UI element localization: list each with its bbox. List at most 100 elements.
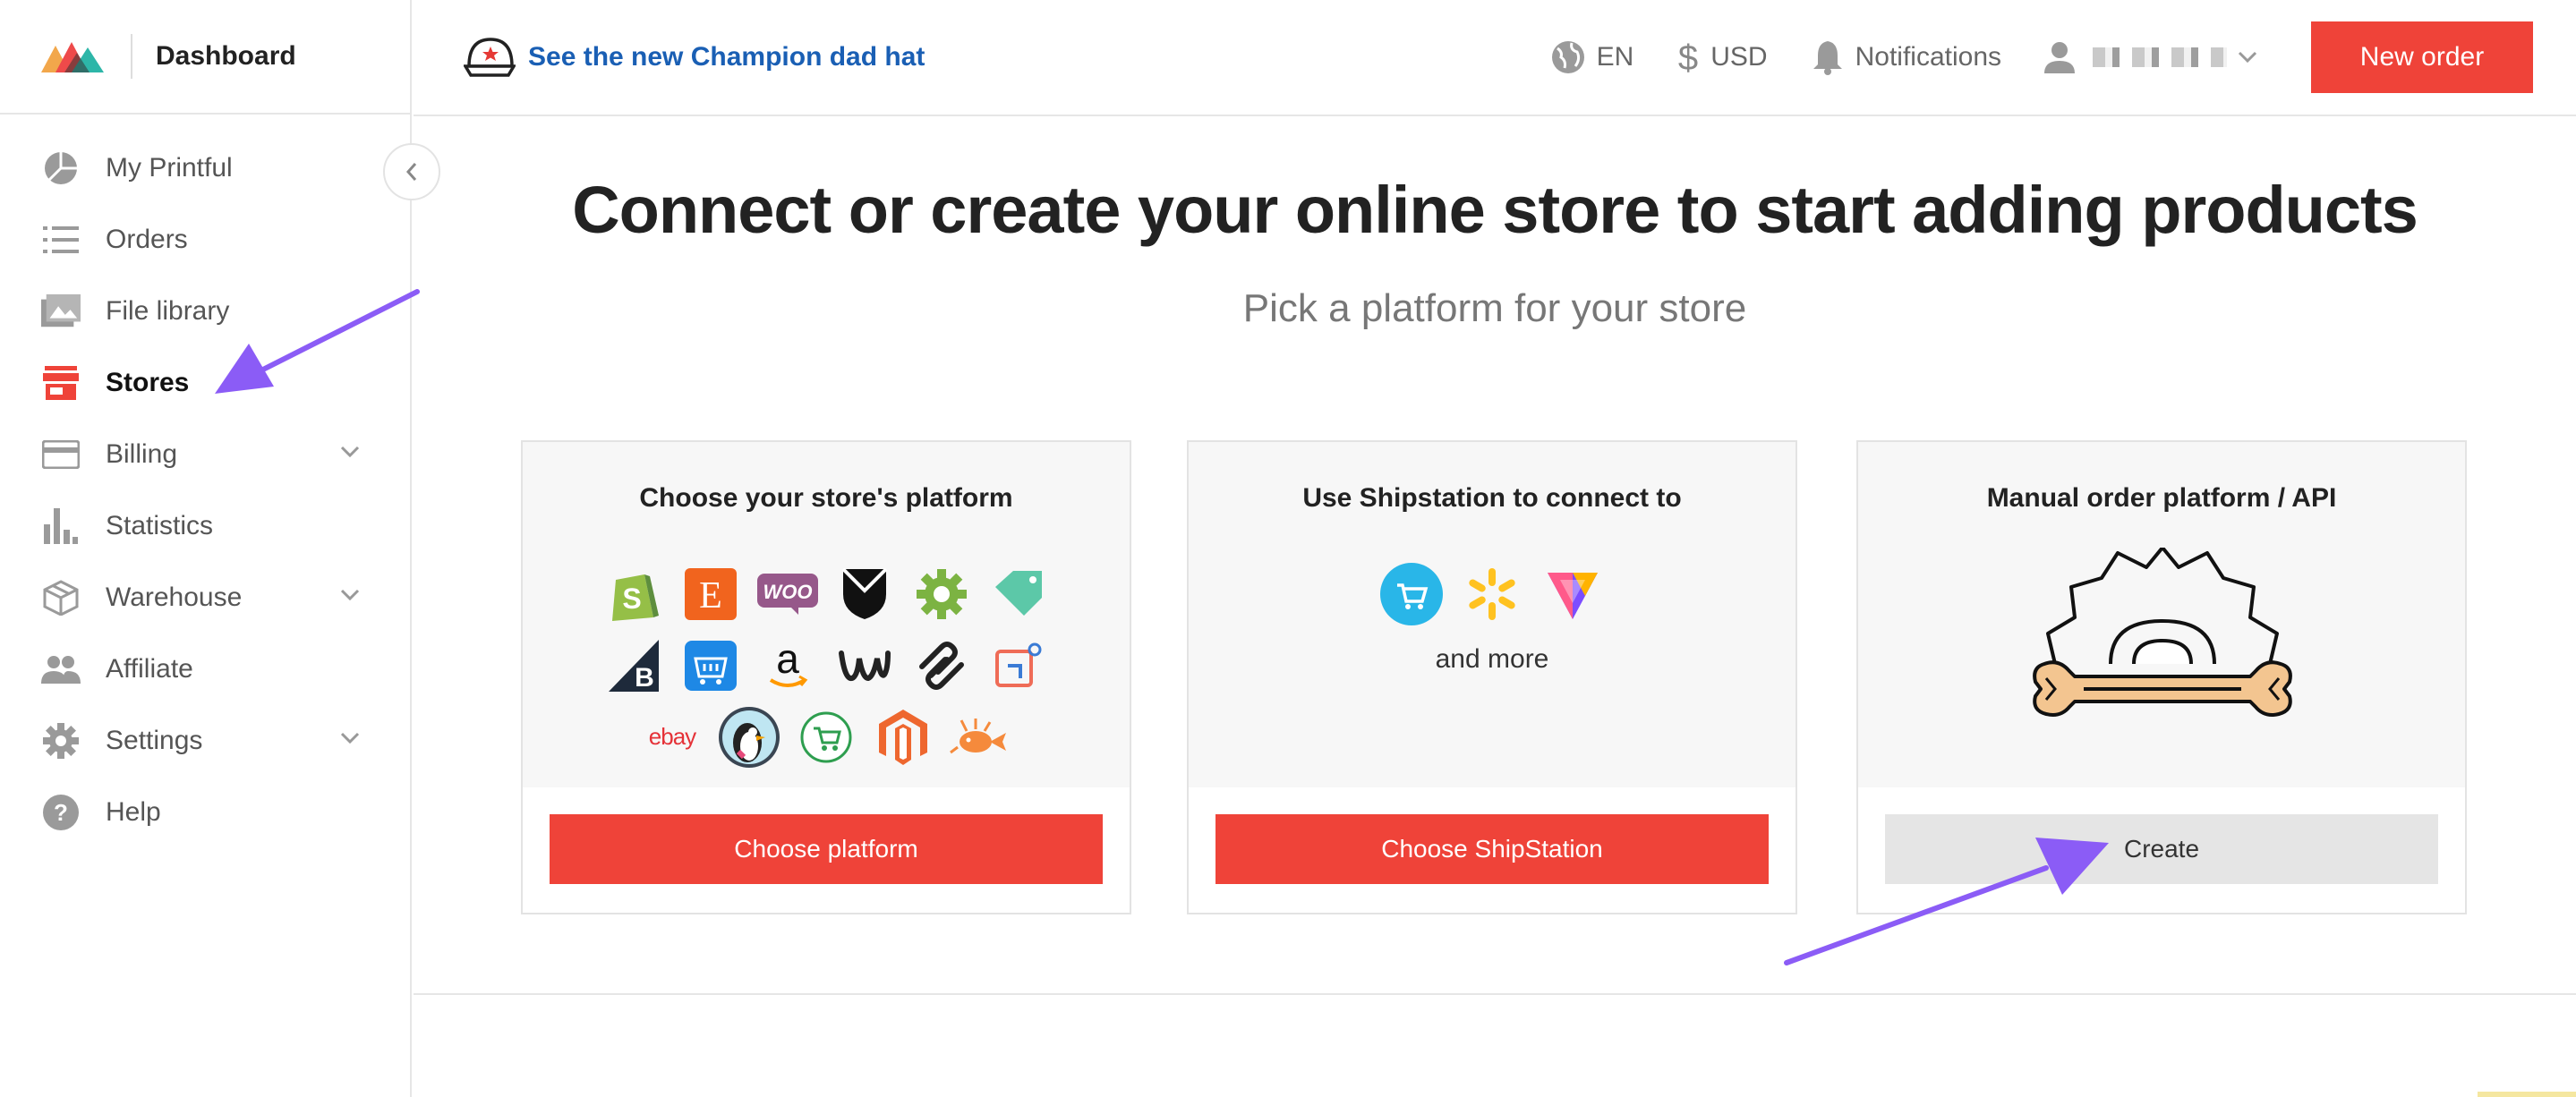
sidebar-item-my-printful[interactable]: My Printful [0,132,410,204]
svg-text:a: a [776,639,799,682]
sidebar-item-settings[interactable]: Settings [0,705,410,777]
sidebar-item-label: Statistics [106,511,214,540]
globe-icon [1551,41,1584,73]
sidebar-item-billing[interactable]: Billing [0,419,410,490]
people-icon [41,650,81,689]
sidebar-nav: My Printful Orders File library Stores B… [0,115,410,848]
walmart-spark-icon[interactable] [1452,558,1532,630]
svg-text:$: $ [1678,39,1698,75]
sidebar-collapse-button[interactable] [383,143,440,200]
sidebar-item-help[interactable]: ? Help [0,777,410,848]
woo-text: WOO [763,581,813,603]
promo-link[interactable]: See the new Champion dad hat [528,42,925,72]
chevron-down-icon[interactable] [340,446,360,458]
amazon-icon[interactable]: a [749,630,826,702]
sidebar-item-label: My Printful [106,153,233,183]
shopping-basket-icon[interactable] [672,630,749,702]
gear-icon [41,721,81,761]
pie-chart-icon [41,149,81,188]
language-selector[interactable]: EN [1550,39,1634,75]
sidebar-item-statistics[interactable]: Statistics [0,490,410,562]
prestashop-icon[interactable] [711,702,788,773]
main-content: Connect or create your online store to s… [414,116,2576,995]
page-subtitle: Pick a platform for your store [1242,286,1747,330]
card-title: Manual order platform / API [1986,483,2337,513]
shipstation-card: Use Shipstation to connect to and more C… [1187,440,1797,914]
choose-shipstation-button[interactable]: Choose ShipStation [1215,814,1769,884]
sidebar-item-affiliate[interactable]: Affiliate [0,634,410,705]
language-label: EN [1596,42,1634,72]
ebay-text: ebay [649,723,696,750]
wix-square-icon[interactable] [980,630,1057,702]
header-actions: EN $ USD Notifications New order [1550,0,2533,115]
weebly-icon[interactable] [826,630,903,702]
sidebar-item-file-library[interactable]: File library [0,276,410,347]
corner-decoration [2478,1092,2576,1097]
chevron-left-icon [405,163,417,181]
bell-icon [1813,41,1842,75]
and-more-text: and more [1435,644,1549,674]
ebay-icon[interactable]: ebay [634,702,711,773]
sidebar-item-label: Orders [106,225,188,254]
notifications-button[interactable]: Notifications [1811,39,2001,75]
card-title: Use Shipstation to connect to [1302,483,1682,513]
sidebar-item-label: Settings [106,726,203,755]
list-icon [41,220,81,259]
image-icon [41,292,81,331]
new-order-button[interactable]: New order [2311,21,2533,93]
bar-chart-icon [41,506,81,546]
svg-text:?: ? [54,799,68,826]
woocommerce-icon[interactable]: WOO [749,558,826,630]
shipstation-logos [1189,558,1796,630]
box-icon [41,578,81,617]
sidebar-item-label: File library [106,296,230,326]
etsy-icon[interactable]: E [672,558,749,630]
etsy-text: E [699,575,722,617]
gear-app-icon[interactable] [903,558,980,630]
store-icon [41,363,81,403]
volusion-icon[interactable] [1532,558,1613,630]
sidebar-item-warehouse[interactable]: Warehouse [0,562,410,634]
card-footer: Create [1858,787,2465,913]
gear-wrench-icon [2033,548,2292,717]
top-header: See the new Champion dad hat EN $ USD No… [414,0,2576,116]
squarespace-icon[interactable] [903,630,980,702]
cap-icon [464,38,516,77]
notifications-label: Notifications [1855,42,2001,72]
user-name-redacted [2093,47,2227,67]
page-title: Connect or create your online store to s… [572,173,2418,247]
bigcommerce-icon[interactable]: B [595,630,672,702]
question-icon: ? [41,793,81,832]
sidebar-item-stores[interactable]: Stores [0,347,410,419]
brand-divider [131,34,132,79]
card-title: Choose your store's platform [639,483,1013,513]
currency-selector[interactable]: $ USD [1676,39,1767,75]
platform-logos: S E WOO B a ebay [559,558,1094,773]
cart-circle-blue-icon[interactable] [1371,558,1452,630]
chevron-down-icon[interactable] [340,589,360,601]
sidebar-item-label: Affiliate [106,654,193,684]
fish-app-icon[interactable] [942,702,1019,773]
printful-logo[interactable] [41,38,111,74]
dollar-icon: $ [1678,39,1698,75]
chevron-down-icon[interactable] [340,732,360,744]
svg-text:B: B [635,663,654,692]
choose-platform-button[interactable]: Choose platform [550,814,1103,884]
card-footer: Choose ShipStation [1189,787,1796,913]
sidebar-item-label: Stores [106,368,190,397]
sidebar-item-orders[interactable]: Orders [0,204,410,276]
user-menu[interactable] [2044,41,2257,73]
dashboard-title[interactable]: Dashboard [156,41,296,72]
card-footer: Choose platform [523,787,1130,913]
magento-icon[interactable] [865,702,942,773]
shopify-icon[interactable]: S [595,558,672,630]
svg-text:S: S [622,583,641,615]
promo-banner[interactable]: See the new Champion dad hat [464,36,925,79]
user-icon [2044,42,2075,73]
shield-logo-icon[interactable] [826,558,903,630]
cart-circle-icon[interactable] [788,702,865,773]
currency-label: USD [1710,42,1768,72]
tag-app-icon[interactable] [980,558,1057,630]
brand-header: Dashboard [0,0,410,115]
create-button[interactable]: Create [1885,814,2438,884]
